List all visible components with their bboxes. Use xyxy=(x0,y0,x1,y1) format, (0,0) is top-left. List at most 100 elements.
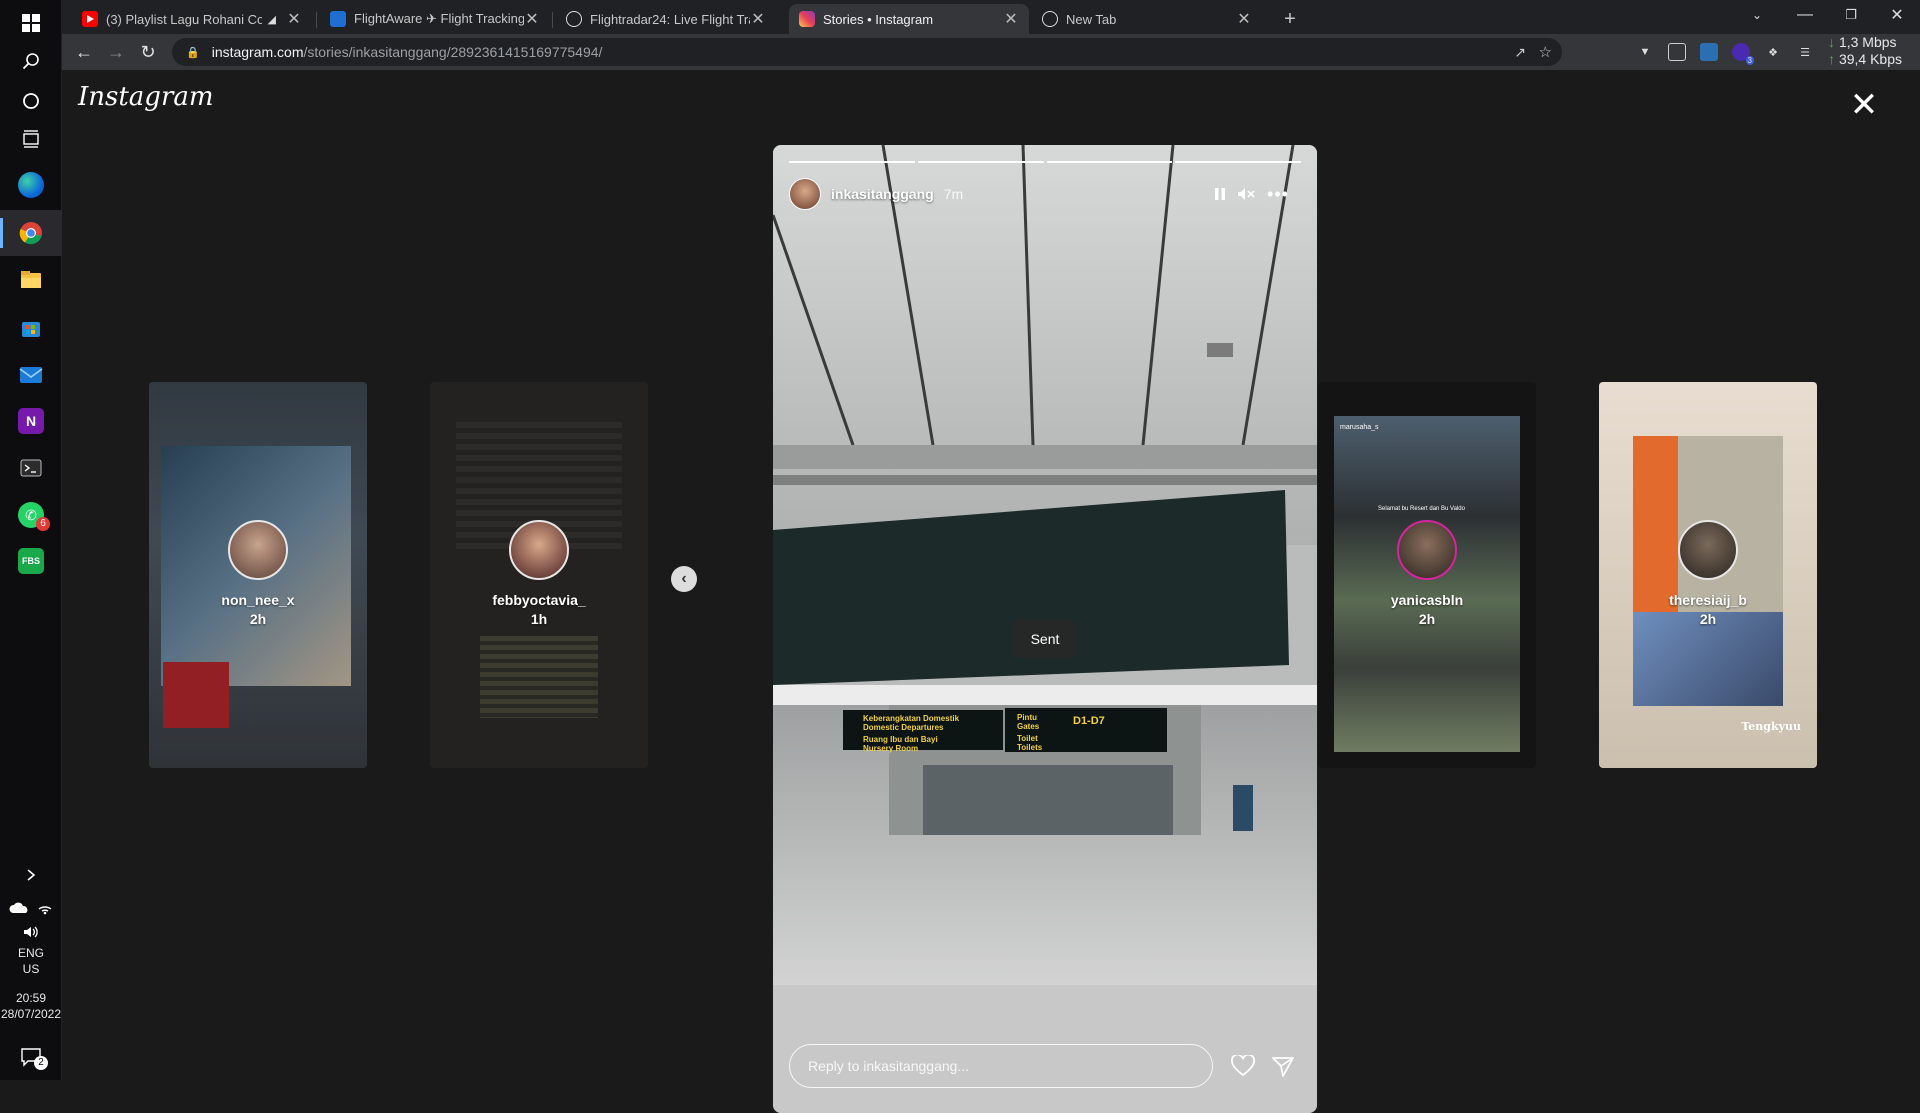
close-window-button[interactable]: ✕ xyxy=(1874,0,1920,30)
sign-line: Nursery Room xyxy=(863,744,919,753)
story-progress-segment xyxy=(917,161,1044,163)
preview-caption: Tengkyuu xyxy=(1741,720,1801,733)
extension-badge: 3 xyxy=(1745,56,1754,65)
more-options-icon[interactable]: ••• xyxy=(1265,181,1291,207)
pause-icon[interactable] xyxy=(1207,181,1233,207)
story-username[interactable]: inkasitanggang xyxy=(831,186,934,202)
close-tab-icon[interactable]: ✕ xyxy=(1003,9,1019,29)
send-message-icon[interactable] xyxy=(1269,1052,1297,1080)
tab-instagram-stories[interactable]: Stories • Instagram ✕ xyxy=(789,4,1029,34)
story-preview-yanicasbln[interactable]: marusaha_s Selamat bu Resert dan Bu Vald… xyxy=(1318,382,1536,768)
onenote-icon[interactable]: N xyxy=(0,398,62,444)
whatsapp-badge: 6 xyxy=(36,517,50,531)
preview-time: 2h xyxy=(1699,611,1717,627)
tray-icons xyxy=(0,894,62,922)
mute-icon[interactable] xyxy=(1233,181,1259,207)
preview-username: febbyoctavia_ xyxy=(492,592,586,608)
address-bar[interactable]: 🔒 instagram.com/stories/inkasitanggang/2… xyxy=(172,38,1562,66)
preview-username: yanicasbln xyxy=(1390,592,1464,608)
story-preview-theresiaij-b[interactable]: theresiaij_b 2h Tengkyuu xyxy=(1599,382,1817,768)
instagram-logo[interactable]: Instagram xyxy=(78,82,214,112)
sign-line: Ruang Ibu dan Bayi xyxy=(863,735,938,744)
story-preview-febbyoctavia[interactable]: febbyoctavia_ 1h xyxy=(430,382,648,768)
share-icon[interactable]: ↗ xyxy=(1514,44,1526,61)
task-view-icon[interactable] xyxy=(0,116,62,162)
close-tab-icon[interactable]: ✕ xyxy=(750,9,766,29)
volume-icon[interactable] xyxy=(0,920,62,944)
image-extension-icon[interactable] xyxy=(1700,43,1718,61)
avatar xyxy=(1397,520,1457,580)
new-tab-button[interactable]: + xyxy=(1272,4,1308,34)
story-avatar[interactable] xyxy=(789,178,821,210)
onedrive-icon[interactable] xyxy=(9,902,29,914)
edge-icon[interactable] xyxy=(0,162,62,208)
whatsapp-icon[interactable]: ✆ 6 xyxy=(0,492,62,538)
network-speed-meter: ↓ 1,3 Mbps ↑ 39,4 Kbps xyxy=(1828,34,1902,67)
mute-tab-icon[interactable]: ◢ xyxy=(268,13,276,26)
preview-time: 1h xyxy=(530,611,548,627)
tab-flightaware[interactable]: FlightAware ✈ Flight Tracking M ✕ xyxy=(320,4,550,34)
chrome-icon[interactable] xyxy=(0,210,62,256)
microsoft-store-icon[interactable] xyxy=(0,305,62,351)
avatar xyxy=(228,520,288,580)
gates-range-sign: D1-D7 xyxy=(1073,715,1105,727)
extensions-puzzle-icon[interactable]: ❖ xyxy=(1764,43,1782,61)
instagram-icon xyxy=(799,11,815,27)
story-preview-non-nee-x[interactable]: non_nee_x 2h xyxy=(149,382,367,768)
tab-title: New Tab xyxy=(1066,11,1117,27)
clock-date: 28/07/2022 xyxy=(0,1007,62,1021)
close-tab-icon[interactable]: ✕ xyxy=(286,9,302,29)
tab-flightradar24[interactable]: Flightradar24: Live Flight Tracker ✕ xyxy=(556,4,776,34)
avatar xyxy=(1678,520,1738,580)
back-button[interactable]: ← xyxy=(70,38,98,66)
tab-new-tab[interactable]: New Tab ✕ xyxy=(1032,4,1262,34)
tab-title: (3) Playlist Lagu Rohani Cov xyxy=(106,11,262,27)
bookmark-star-icon[interactable]: ☆ xyxy=(1539,43,1552,61)
avatar xyxy=(509,520,569,580)
preview-image-group-photo xyxy=(1334,416,1520,752)
forward-button[interactable]: → xyxy=(102,38,130,66)
reply-input[interactable] xyxy=(789,1044,1213,1088)
profile-extension-icon[interactable]: 3 xyxy=(1732,43,1754,65)
departures-sign: Keberangkatan Domestik Domestic Departur… xyxy=(863,714,959,753)
download-speed: 1,3 Mbps xyxy=(1838,34,1897,50)
file-explorer-icon[interactable] xyxy=(0,257,62,303)
picture-in-picture-icon[interactable] xyxy=(1668,43,1686,61)
minimize-button[interactable]: — xyxy=(1782,0,1828,30)
fbs-icon[interactable]: FBS xyxy=(0,538,62,584)
restore-button[interactable]: ❐ xyxy=(1828,0,1874,30)
browser-tab-strip: (3) Playlist Lagu Rohani Cov ◢ ✕ FlightA… xyxy=(62,0,1920,34)
close-tab-icon[interactable]: ✕ xyxy=(524,9,540,29)
sign-line: Toilet xyxy=(1017,734,1038,743)
flightradar-icon xyxy=(566,11,582,27)
tab-search-chevron-down-icon[interactable]: ⌄ xyxy=(1734,0,1780,30)
tab-youtube-playlist[interactable]: (3) Playlist Lagu Rohani Cov ◢ ✕ xyxy=(72,4,312,34)
language-indicator[interactable]: ENG US xyxy=(0,945,62,977)
vivaldi-extension-icon[interactable]: ▼ xyxy=(1636,43,1654,61)
terminal-icon[interactable] xyxy=(0,445,62,491)
clock[interactable]: 20:59 28/07/2022 xyxy=(0,990,62,1022)
preview-caption: Selamat bu Resert dan Bu Valdo xyxy=(1378,506,1465,512)
mail-icon[interactable] xyxy=(0,352,62,398)
flightaware-icon xyxy=(330,11,346,27)
reply-bar xyxy=(789,1043,1301,1089)
browser-toolbar: ← → ↻ 🔒 instagram.com/stories/inkasitang… xyxy=(62,34,1920,70)
active-story[interactable]: Keberangkatan Domestik Domestic Departur… xyxy=(773,145,1317,1113)
url-host: instagram.com xyxy=(211,44,304,60)
lock-icon[interactable]: 🔒 xyxy=(186,46,200,59)
reload-button[interactable]: ↻ xyxy=(134,38,162,66)
notification-center-icon[interactable]: 2 xyxy=(0,1040,62,1074)
preview-username: theresiaij_b xyxy=(1669,592,1747,608)
sign-line: Pintu xyxy=(1017,713,1037,722)
like-heart-icon[interactable] xyxy=(1229,1052,1257,1080)
gates-sign: Pintu Gates Toilet Toilets xyxy=(1017,713,1042,752)
previous-story-button[interactable]: ‹ xyxy=(671,566,697,592)
close-tab-icon[interactable]: ✕ xyxy=(1236,9,1252,29)
sign-line: Gates xyxy=(1017,722,1040,731)
close-stories-button[interactable]: ✕ xyxy=(1848,88,1880,122)
wifi-icon[interactable] xyxy=(37,901,53,915)
preview-time: 2h xyxy=(249,611,267,627)
show-hidden-icons-chevron-icon[interactable] xyxy=(0,860,62,890)
windows-taskbar: N ✆ 6 FBS ENG US 20:59 28/07/2022 2 xyxy=(0,0,62,1080)
reading-list-icon[interactable]: ☰ xyxy=(1796,43,1814,61)
